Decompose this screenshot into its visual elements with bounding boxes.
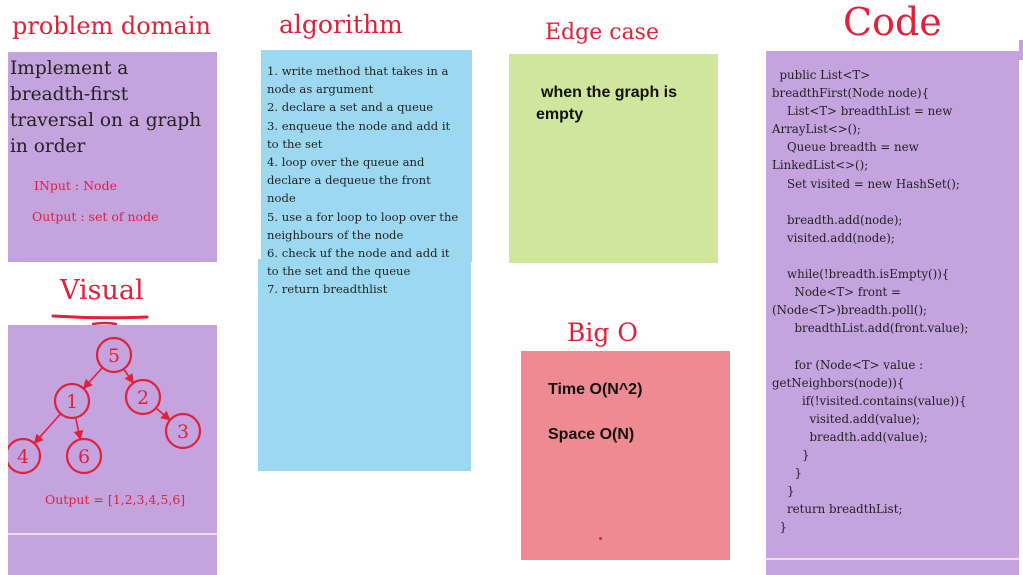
tree-edge — [155, 407, 171, 421]
algorithm-step: 1. write method that takes in a node as … — [267, 64, 449, 97]
code-line: (Node<T>)breadth.poll(); — [772, 303, 928, 318]
big-o-note: Time O(N^2) Space O(N) — [521, 351, 730, 560]
dot-mark — [599, 537, 602, 540]
algorithm-content: 1. write method that takes in a node as … — [258, 50, 472, 471]
code-line: } — [772, 484, 795, 499]
space-complexity: Space O(N) — [548, 426, 635, 443]
code-line: getNeighbors(node)){ — [772, 375, 905, 390]
code-line: breadthList.add(front.value); — [772, 321, 969, 336]
tree-node-label: 4 — [17, 446, 29, 468]
tree-node-label: 1 — [66, 391, 78, 413]
algorithm-step: 5. use a for loop to loop over the neigh… — [267, 209, 459, 242]
big-o-heading: Big O — [567, 318, 638, 347]
problem-domain-heading: problem domain — [12, 12, 211, 40]
algorithm-steps: 1. write method that takes in a node as … — [267, 62, 463, 299]
code-line: public List<T> — [772, 68, 871, 82]
tree-node-label: 5 — [108, 345, 120, 367]
tree-edge — [33, 413, 62, 444]
code-line: return breadthList; — [772, 502, 903, 517]
code-line: for (Node<T> value : — [772, 357, 924, 372]
code-line: } — [772, 520, 788, 535]
time-complexity: Time O(N^2) — [548, 381, 643, 398]
code-heading: Code — [843, 0, 942, 44]
problem-domain-note: Implement a breadth-first traversal on a… — [8, 52, 217, 262]
input-label: INput : Node — [34, 178, 117, 193]
output-label: Output : set of node — [32, 209, 159, 224]
bfs-tree-diagram: 5 1 2 3 4 6 — [8, 336, 202, 475]
tree-edge — [82, 367, 104, 390]
algorithm-step: 7. return breadthlist — [267, 282, 388, 297]
code-line: } — [772, 466, 803, 481]
code-content: public List<T> breadthFirst(Node node){ L… — [766, 51, 1019, 575]
code-line: ArrayList<>(); — [772, 122, 861, 137]
problem-description: Implement a breadth-first traversal on a… — [10, 58, 202, 157]
code-line: if(!visited.contains(value)){ — [772, 393, 967, 408]
visual-output: Output = [1,2,3,4,5,6] — [45, 492, 186, 507]
algorithm-step: 4. loop over the queue and declare a deq… — [267, 155, 431, 206]
code-right-edge — [1019, 40, 1023, 60]
note-seam — [8, 533, 217, 535]
algorithm-step: 3. enqueue the node and add it to the se… — [267, 118, 451, 151]
tree-node-label: 3 — [177, 421, 189, 443]
edge-case-text: when the graph is empty — [536, 84, 678, 123]
code-line: Queue breadth = new — [772, 140, 919, 155]
algorithm-heading: algorithm — [279, 10, 403, 39]
algorithm-step: 6. check uf the node and add it to the s… — [267, 246, 450, 279]
code-line: visited.add(node); — [772, 230, 895, 245]
code-line: List<T> breadthList = new — [772, 104, 953, 119]
tree-node-label: 2 — [137, 387, 149, 409]
tree-edge — [73, 417, 84, 441]
code-line: breadth.add(node); — [772, 212, 903, 227]
code-line: breadth.add(value); — [772, 429, 928, 444]
code-line: visited.add(value); — [772, 411, 921, 426]
code-line: Node<T> front = — [772, 285, 901, 300]
tree-node-label: 6 — [78, 446, 90, 468]
code-line: Set visited = new HashSet(); — [772, 176, 960, 191]
code-block: public List<T> breadthFirst(Node node){ L… — [772, 66, 1022, 536]
visual-note: 5 1 2 3 4 6 Output = [1,2,3,4,5,6] — [8, 325, 217, 575]
edge-case-note: when the graph is empty — [509, 54, 718, 263]
edge-case-heading: Edge case — [545, 20, 659, 45]
algorithm-step: 2. declare a set and a queue — [267, 100, 434, 115]
tree-edge — [123, 368, 134, 384]
code-line: while(!breadth.isEmpty()){ — [772, 267, 950, 282]
code-line: } — [772, 447, 810, 462]
visual-heading: Visual — [60, 275, 144, 306]
code-line: LinkedList<>(); — [772, 158, 869, 173]
code-line: breadthFirst(Node node){ — [772, 86, 930, 101]
